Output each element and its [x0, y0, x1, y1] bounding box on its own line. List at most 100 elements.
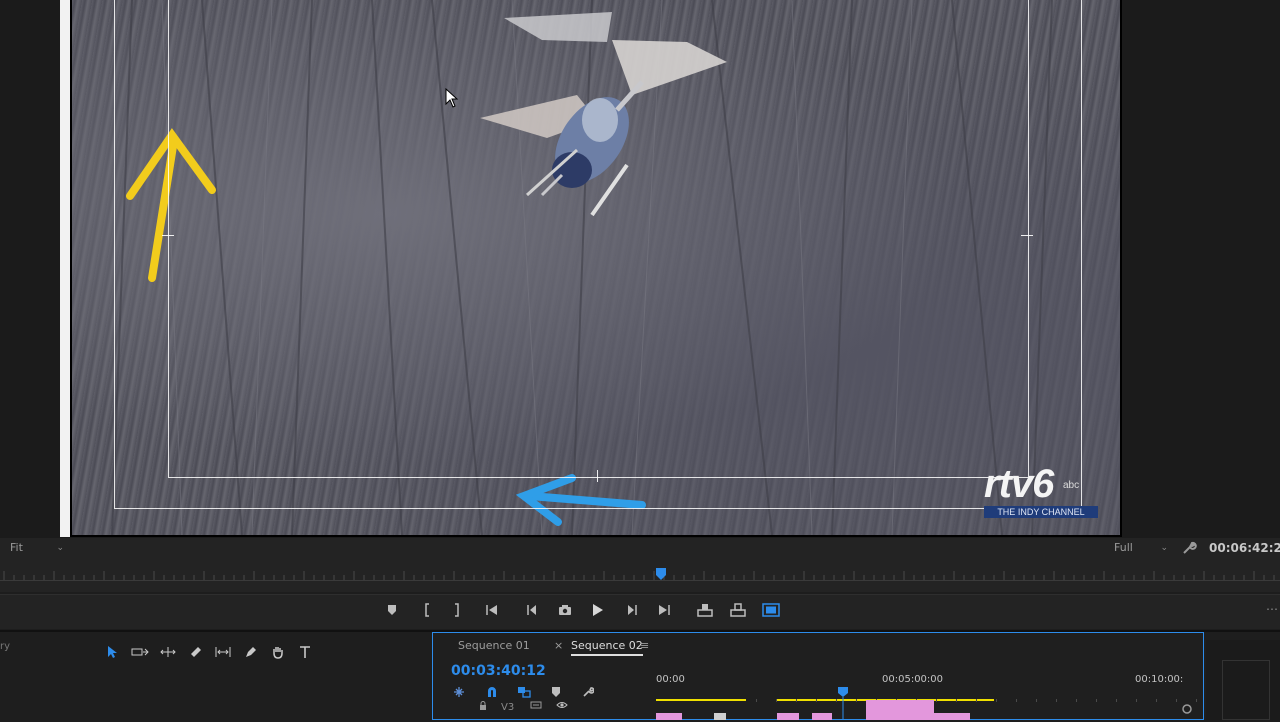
timeline-tick [996, 699, 997, 702]
tab-close-icon[interactable]: × [554, 639, 563, 652]
audio-meter-panel [1222, 660, 1270, 720]
timeline-tick [956, 699, 957, 702]
timeline-tick [1176, 699, 1177, 702]
marker-icon [388, 605, 396, 615]
chevron-down-icon: ⌄ [1160, 543, 1168, 553]
channel-logo-network: abc [1063, 480, 1080, 491]
go-to-out-icon [659, 605, 670, 615]
go-to-in-button[interactable] [481, 600, 503, 620]
mark-out-button[interactable] [446, 600, 468, 620]
export-frame-button[interactable] [554, 600, 576, 620]
extract-icon [730, 603, 746, 617]
go-to-out-button[interactable] [653, 600, 675, 620]
timeline-clip[interactable] [934, 713, 970, 720]
ruler-label-10min: 00:10:00: [1135, 674, 1184, 685]
step-forward-icon [628, 605, 637, 615]
track-select-icon [131, 648, 149, 656]
timeline-clip[interactable] [777, 713, 799, 720]
timeline-tick [816, 699, 817, 702]
track-label-v3: V3 [501, 702, 515, 713]
toggle-track-output-eye-icon[interactable] [556, 700, 568, 710]
step-back-button[interactable] [521, 600, 543, 620]
timeline-tick [1056, 699, 1057, 702]
timeline-tick [796, 699, 797, 702]
lift-icon [697, 604, 713, 617]
nest-icon[interactable] [453, 686, 465, 701]
ruler-label-start: 00:00 [656, 674, 685, 685]
razor-icon [191, 647, 201, 657]
zoom-level-value: Fit [10, 541, 23, 554]
settings-wrench-icon[interactable] [1181, 540, 1197, 560]
timeline-timecode[interactable]: 00:03:40:12 [451, 663, 546, 679]
channel-logo-tagline: THE INDY CHANNEL [984, 506, 1098, 518]
mark-in-icon [425, 603, 429, 617]
safe-crosshair-right [1021, 235, 1033, 236]
timeline-panel[interactable] [432, 632, 1204, 720]
timeline-tick [1036, 699, 1037, 702]
track-select-tool[interactable] [129, 642, 151, 662]
slip-icon [215, 647, 231, 657]
lock-track-icon[interactable] [478, 701, 488, 711]
timeline-tick [1096, 699, 1097, 702]
zoom-level-select[interactable]: Fit ⌄ [4, 541, 66, 558]
selection-arrow-icon [108, 646, 117, 658]
title-safe-margin [168, 0, 1029, 478]
sequence-duration: 00:06:42:22 [1209, 541, 1280, 555]
lift-button[interactable] [694, 600, 716, 620]
timeline-tick [936, 699, 937, 702]
timeline-tick [856, 699, 857, 702]
safe-crosshair-left [162, 235, 174, 236]
timeline-clip[interactable] [812, 713, 832, 720]
timeline-tick [836, 699, 837, 702]
more-controls-icon[interactable]: ⋯ [1266, 602, 1278, 616]
zoom-handle-icon[interactable] [1182, 704, 1192, 714]
timeline-clip[interactable] [714, 713, 726, 720]
slip-tool[interactable] [212, 642, 234, 662]
pen-icon [246, 647, 256, 657]
mark-in-button[interactable] [416, 600, 438, 620]
ripple-edit-tool[interactable] [157, 642, 179, 662]
sync-lock-icon[interactable] [530, 700, 542, 710]
timeline-settings-wrench-icon[interactable] [582, 686, 595, 701]
timeline-clip[interactable] [866, 700, 934, 720]
playback-resolution-select[interactable]: Full ⌄ [1106, 541, 1170, 558]
timeline-playhead[interactable] [838, 687, 848, 720]
tab-sequence-01[interactable]: Sequence 01 [458, 639, 530, 652]
razor-tool[interactable] [185, 642, 207, 662]
play-icon [593, 604, 603, 616]
tab-menu-icon[interactable]: ≡ [640, 639, 649, 652]
step-forward-button[interactable] [621, 600, 643, 620]
timeline-tick [1156, 699, 1157, 702]
monitor-controls-bar [0, 538, 1280, 592]
extract-button[interactable] [727, 600, 749, 620]
step-back-icon [527, 605, 536, 615]
timeline-tick [756, 699, 757, 702]
timeline-tick [1196, 699, 1197, 702]
monitor-playhead[interactable] [656, 568, 666, 580]
pen-tool[interactable] [240, 642, 262, 662]
safe-margins-icon [762, 603, 780, 617]
type-tool[interactable] [294, 642, 316, 662]
timeline-tick [776, 699, 777, 702]
go-to-in-icon [486, 605, 497, 615]
mark-out-icon [455, 603, 459, 617]
chevron-down-icon: ⌄ [56, 543, 64, 553]
left-panel-label: ry [0, 641, 11, 652]
timeline-tick [1116, 699, 1117, 702]
mouse-cursor-icon [445, 88, 459, 108]
add-marker-icon[interactable] [551, 686, 561, 701]
snap-magnet-icon[interactable] [486, 686, 498, 701]
tab-sequence-02[interactable]: Sequence 02 [571, 639, 643, 656]
linked-selection-icon[interactable] [517, 686, 531, 701]
timeline-tick [1136, 699, 1137, 702]
monitor-ruler-baseline [0, 580, 1280, 581]
timeline-tick [1076, 699, 1077, 702]
hand-tool[interactable] [267, 642, 289, 662]
play-button[interactable] [587, 600, 609, 620]
add-marker-button[interactable] [381, 600, 403, 620]
safe-margins-button[interactable] [760, 600, 782, 620]
timeline-clip[interactable] [656, 713, 682, 720]
camera-icon [559, 605, 571, 615]
ripple-edit-icon [160, 647, 176, 657]
selection-tool[interactable] [102, 642, 124, 662]
